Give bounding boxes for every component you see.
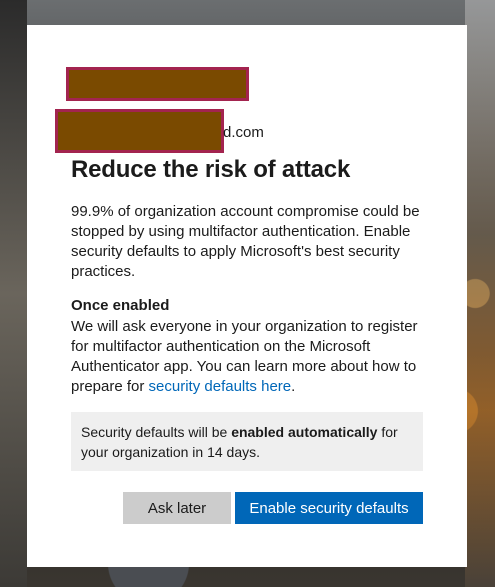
- redacted-user-name: [66, 67, 249, 101]
- ask-later-button[interactable]: Ask later: [123, 492, 231, 524]
- once-enabled-text: We will ask everyone in your organizatio…: [71, 317, 431, 397]
- security-defaults-link[interactable]: security defaults here: [149, 378, 292, 395]
- redacted-email: [55, 109, 224, 153]
- notice-bold: enabled automatically: [231, 424, 378, 440]
- once-enabled-period: .: [291, 378, 296, 395]
- account-email: d.com: [55, 109, 264, 153]
- intro-text: 99.9% of organization account compromise…: [71, 203, 420, 280]
- email-suffix: d.com: [223, 123, 264, 141]
- once-enabled-heading: Once enabled: [71, 297, 170, 314]
- notice-prefix: Security defaults will be: [81, 424, 232, 440]
- enable-security-defaults-button[interactable]: Enable security defaults: [235, 492, 423, 524]
- auto-enable-notice: Security defaults will be enabled automa…: [71, 412, 423, 471]
- dialog-title: Reduce the risk of attack: [71, 156, 351, 183]
- security-defaults-dialog: d.com Reduce the risk of attack 99.9% of…: [27, 25, 467, 567]
